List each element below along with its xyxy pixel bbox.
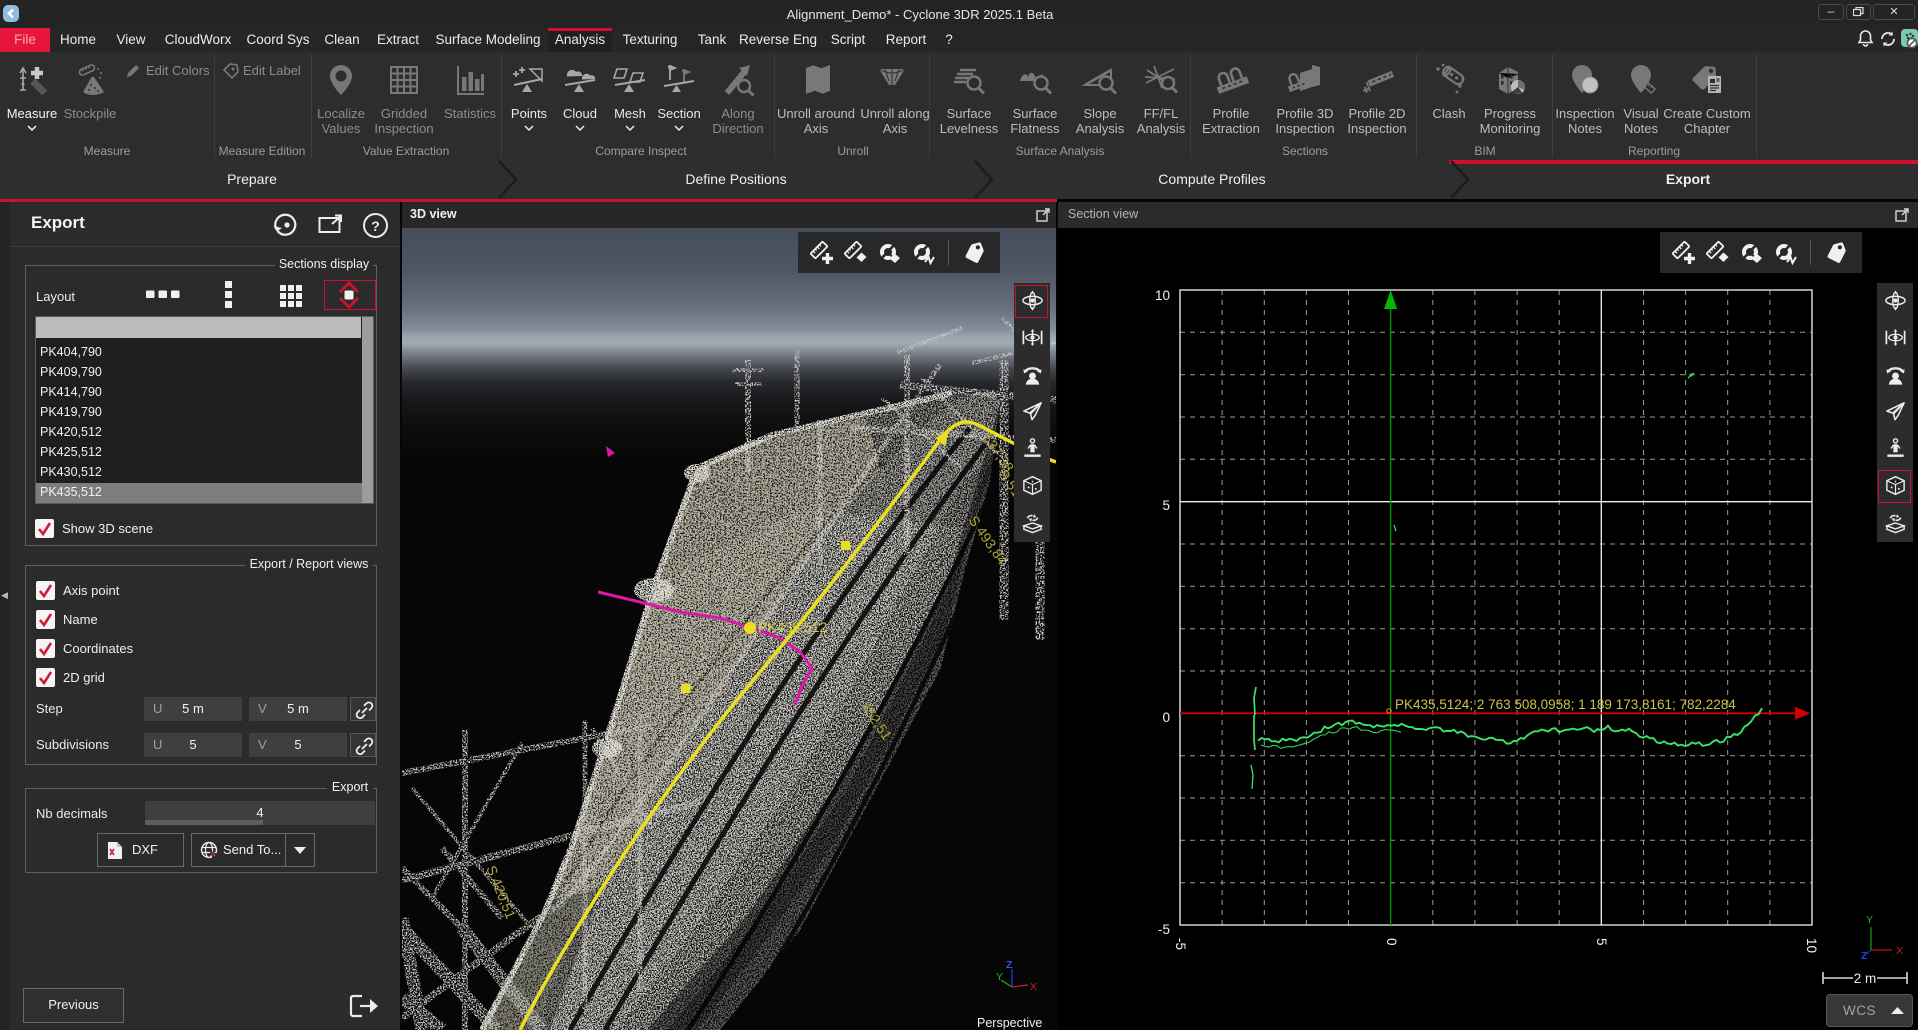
svg-text:Z: Z	[1006, 959, 1013, 971]
svg-text:0: 0	[1162, 710, 1170, 725]
svg-text:10: 10	[1804, 938, 1819, 953]
svg-text:Z: Z	[1861, 950, 1868, 962]
svg-text:0: 0	[1384, 938, 1399, 946]
svg-text:X: X	[1896, 945, 1903, 957]
svg-text:10: 10	[1155, 288, 1170, 303]
svg-text:2 m: 2 m	[1854, 971, 1877, 986]
svg-text:Y: Y	[996, 971, 1003, 983]
svg-text:5: 5	[1162, 498, 1170, 513]
svg-text:Y: Y	[1866, 914, 1873, 926]
svg-text:Perspective: Perspective	[977, 1016, 1042, 1030]
svg-text:-5: -5	[1173, 938, 1188, 950]
svg-text:-5: -5	[1158, 922, 1170, 937]
svg-text:PK435,5124; 2 763 508,0958; 1: PK435,5124; 2 763 508,0958; 1 189 173,81…	[1395, 697, 1736, 712]
svg-text:PK435,512: PK435,512	[758, 619, 827, 635]
svg-text:?: ?	[371, 218, 380, 234]
svg-text:X: X	[1030, 981, 1037, 993]
svg-text:5: 5	[1594, 938, 1609, 946]
